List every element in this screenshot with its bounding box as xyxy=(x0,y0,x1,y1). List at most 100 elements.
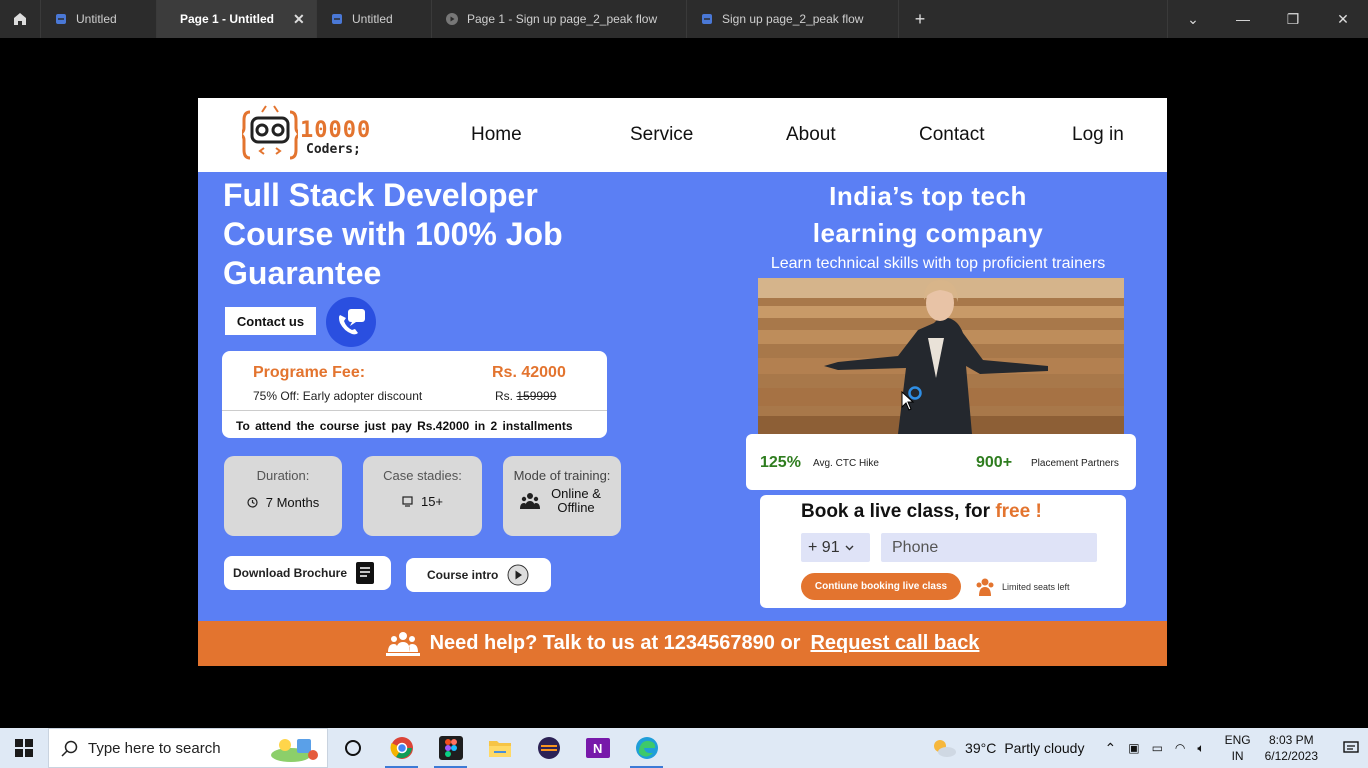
book-icon xyxy=(356,562,375,584)
clock-time: 8:03 PM xyxy=(1268,733,1314,747)
close-window-button[interactable]: ✕ xyxy=(1318,0,1368,38)
mouse-cursor-icon xyxy=(901,391,915,411)
minimize-button[interactable]: — xyxy=(1218,0,1268,38)
logo-word: Coders; xyxy=(306,142,361,157)
onenote-button[interactable]: N xyxy=(573,728,622,768)
task-view-button[interactable] xyxy=(328,728,377,768)
clock[interactable]: 8:03 PM 6/12/2023 xyxy=(1265,732,1318,764)
app-window: Untitled Page 1 - Untitled ✕ Untitled Pa… xyxy=(0,0,1368,768)
duration-text: 7 Months xyxy=(265,495,320,510)
edge-icon xyxy=(635,737,658,759)
plus-icon: + xyxy=(914,8,926,29)
nav-contact[interactable]: Contact xyxy=(919,124,984,146)
notifications-button[interactable] xyxy=(1334,741,1368,755)
chrome-taskbar-button[interactable] xyxy=(377,728,426,768)
chrome-icon xyxy=(390,737,413,759)
brochure-label: Download Brochure xyxy=(233,566,348,580)
home-button[interactable] xyxy=(0,0,41,38)
tray-chevron-up-icon[interactable]: ⌃ xyxy=(1104,740,1116,757)
fee-amount: Rs. 42000 xyxy=(492,364,566,381)
weather-widget[interactable]: 39°C Partly cloudy xyxy=(931,737,1084,759)
case-studies-text: 15+ xyxy=(420,494,444,509)
new-tab-button[interactable]: + xyxy=(899,0,941,38)
call-button[interactable] xyxy=(326,297,376,347)
country-code-value: + 91 xyxy=(808,538,840,556)
home-icon xyxy=(14,13,26,25)
company-heading: India’s top tech learning company xyxy=(758,178,1098,252)
course-intro-button[interactable]: Course intro xyxy=(406,558,551,592)
fee-card: Programe Fee: Rs. 42000 75% Off: Early a… xyxy=(222,351,607,438)
wifi-icon[interactable]: ◠ xyxy=(1175,741,1185,755)
case-studies-title: Case stadies: xyxy=(383,468,462,483)
tab-label: Sign up page_2_peak flow xyxy=(722,12,864,26)
nav-service[interactable]: Service xyxy=(630,124,693,146)
nav-about[interactable]: About xyxy=(786,124,836,146)
nav-home[interactable]: Home xyxy=(471,124,522,146)
placement-partners-label: Placement Partners xyxy=(1031,458,1119,469)
file-explorer-button[interactable] xyxy=(475,728,524,768)
search-icon xyxy=(61,740,78,757)
contact-us-button[interactable]: Contact us xyxy=(225,307,316,335)
close-icon[interactable]: ✕ xyxy=(293,11,305,28)
continue-booking-button[interactable]: Contiune booking live class xyxy=(801,573,961,600)
partly-cloudy-icon xyxy=(934,740,957,757)
search-highlight-icon xyxy=(271,739,318,762)
tab-page1-untitled[interactable]: Page 1 - Untitled ✕ xyxy=(157,0,317,38)
minimize-icon: — xyxy=(1236,11,1250,27)
lang-line-1: ENG xyxy=(1224,733,1251,747)
lang-line-2: IN xyxy=(1231,749,1244,763)
training-mode-value: Online & Offline xyxy=(503,487,621,515)
site-logo[interactable]: 10000 Coders; xyxy=(242,104,382,164)
booking-card: Book a live class, for free ! + 91 Conti… xyxy=(760,495,1126,608)
case-studies-box: Case stadies: 15+ xyxy=(363,456,482,536)
search-placeholder: Type here to search xyxy=(88,739,221,757)
tab-list-button[interactable]: ⌄ xyxy=(1168,0,1218,38)
training-mode-box: Mode of training: Online & Offline xyxy=(503,456,621,536)
support-team-icon xyxy=(385,631,420,656)
folder-icon xyxy=(488,741,511,757)
request-callback-link[interactable]: Request call back xyxy=(810,632,979,655)
restore-icon: ❐ xyxy=(1286,10,1300,27)
task-view-icon xyxy=(344,740,361,756)
tab-label: Untitled xyxy=(76,12,117,26)
meet-now-icon[interactable]: ▣ xyxy=(1128,741,1139,755)
figma-file-icon xyxy=(332,14,342,24)
monitor-icon xyxy=(402,496,413,507)
restore-button[interactable]: ❐ xyxy=(1268,0,1318,38)
language-indicator[interactable]: ENG IN xyxy=(1225,732,1251,764)
figma-taskbar-button[interactable] xyxy=(426,728,475,768)
divider xyxy=(222,410,607,411)
volume-icon[interactable]: 🔈︎ xyxy=(1197,741,1204,756)
tab-untitled-1[interactable]: Untitled xyxy=(41,0,157,38)
edge-taskbar-button[interactable] xyxy=(622,728,671,768)
fee-old-value: 159999 xyxy=(516,389,557,403)
temperature: 39°C xyxy=(965,740,997,756)
prototype-frame: 10000 Coders; Home Service About Contact… xyxy=(198,98,1167,666)
fee-old-prefix: Rs. xyxy=(495,389,513,403)
chevron-down-icon: ⌄ xyxy=(1187,10,1199,27)
intro-label: Course intro xyxy=(427,568,499,582)
heading-line-2: learning company xyxy=(812,218,1044,248)
phone-input[interactable] xyxy=(881,533,1097,562)
eclipse-button[interactable] xyxy=(524,728,573,768)
training-mode-text: Online & Offline xyxy=(551,486,601,515)
tab-untitled-2[interactable]: Untitled xyxy=(317,0,432,38)
battery-icon[interactable]: ▭ xyxy=(1152,741,1163,755)
download-brochure-button[interactable]: Download Brochure xyxy=(224,556,391,590)
taskbar-search[interactable]: Type here to search xyxy=(48,728,328,768)
limited-seats: Limited seats left xyxy=(975,577,1070,597)
fee-label: Programe Fee: xyxy=(253,364,366,381)
trainer-photo xyxy=(758,278,1124,434)
window-controls: ⌄ — ❐ ✕ xyxy=(1167,0,1368,38)
fee-note: To attend the course just pay Rs.42000 i… xyxy=(236,419,573,433)
country-code-select[interactable]: + 91 xyxy=(801,533,870,562)
tab-signup-file[interactable]: Sign up page_2_peak flow xyxy=(687,0,899,38)
figma-file-icon xyxy=(702,14,712,24)
duration-title: Duration: xyxy=(256,468,310,483)
nav-login[interactable]: Log in xyxy=(1072,124,1124,146)
tab-signup-prototype[interactable]: Page 1 - Sign up page_2_peak flow xyxy=(432,0,687,38)
clock-date: 6/12/2023 xyxy=(1264,749,1318,763)
logo-number: 10000 xyxy=(300,118,372,143)
start-button[interactable] xyxy=(0,728,48,768)
windows-taskbar: Type here to search N 39°C Partly cloudy… xyxy=(0,728,1368,768)
